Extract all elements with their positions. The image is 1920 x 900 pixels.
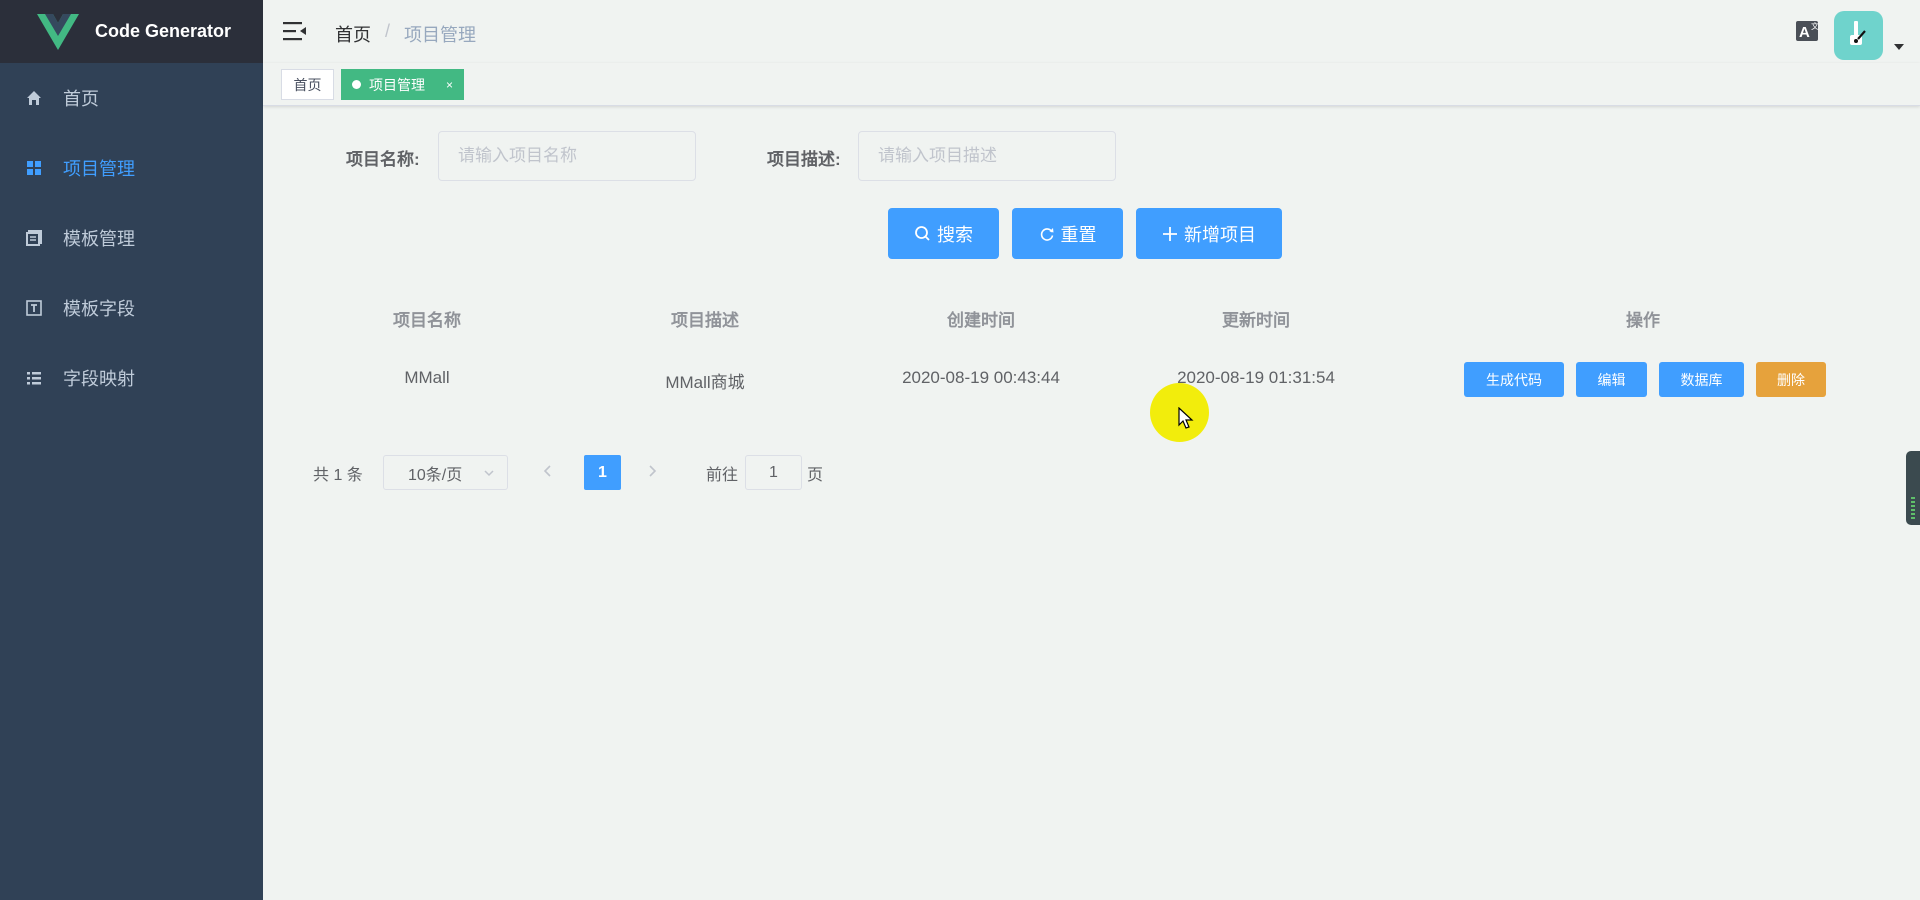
sidebar-item-label: 字段映射 bbox=[63, 369, 135, 389]
add-project-button[interactable]: 新增项目 bbox=[1136, 208, 1282, 259]
sidebar-item-projects[interactable]: 项目管理 bbox=[0, 133, 263, 203]
search-button-label: 搜索 bbox=[937, 224, 973, 245]
sidebar-item-templates[interactable]: 模板管理 bbox=[0, 203, 263, 273]
close-icon[interactable]: × bbox=[446, 78, 453, 92]
sidebar-item-label: 首页 bbox=[63, 89, 99, 109]
search-button[interactable]: 搜索 bbox=[888, 208, 999, 259]
project-desc-label: 项目描述: bbox=[767, 150, 841, 169]
sidebar-item-field-mapping[interactable]: 字段映射 bbox=[0, 343, 263, 413]
vue-logo-icon bbox=[37, 13, 79, 50]
chevron-down-icon bbox=[484, 470, 494, 477]
goto-page-input[interactable] bbox=[745, 455, 802, 490]
page-size-select[interactable]: 10条/页 bbox=[383, 455, 508, 490]
breadcrumb-home[interactable]: 首页 bbox=[335, 21, 371, 47]
goto-label: 前往 bbox=[706, 467, 739, 484]
column-header: 创建时间 bbox=[947, 311, 1015, 330]
app-title: Code Generator bbox=[95, 21, 232, 41]
project-name-label: 项目名称: bbox=[346, 150, 420, 169]
pagination-total: 共 1 条 bbox=[313, 467, 363, 484]
cell-created: 2020-08-19 00:43:44 bbox=[902, 368, 1060, 387]
breadcrumb-current: 项目管理 bbox=[404, 25, 477, 45]
cell-description: MMall商城 bbox=[665, 373, 745, 392]
breadcrumb: 首页 / 项目管理 bbox=[335, 21, 476, 47]
navbar: 首页 / 项目管理 A 文 bbox=[263, 0, 1920, 63]
tag-home[interactable]: 首页 bbox=[281, 69, 334, 100]
text-box-icon bbox=[25, 299, 43, 317]
active-dot-icon bbox=[352, 80, 361, 89]
plus-icon bbox=[1163, 226, 1177, 241]
page-size-value: 10条/页 bbox=[408, 466, 463, 484]
project-name-input[interactable] bbox=[438, 131, 696, 181]
cell-name: MMall bbox=[404, 368, 450, 387]
reset-button[interactable]: 重置 bbox=[1012, 208, 1123, 259]
database-button[interactable]: 数据库 bbox=[1659, 362, 1744, 397]
level-bars-icon bbox=[1911, 497, 1915, 519]
chevron-left-icon[interactable] bbox=[541, 461, 555, 481]
chevron-right-icon[interactable] bbox=[645, 461, 659, 481]
tag-projects[interactable]: 项目管理 × bbox=[341, 69, 464, 100]
sidebar: Code Generator 首页 项目管理 模板管理 模板字段 字段映射 bbox=[0, 0, 263, 900]
tags-view: 首页 项目管理 × bbox=[263, 63, 1920, 106]
breadcrumb-separator: / bbox=[385, 21, 391, 41]
page-number[interactable]: 1 bbox=[584, 455, 621, 490]
sidebar-item-home[interactable]: 首页 bbox=[0, 63, 263, 133]
caret-down-icon[interactable] bbox=[1894, 44, 1904, 50]
logo[interactable]: Code Generator bbox=[0, 0, 263, 63]
sidebar-item-label: 模板管理 bbox=[63, 229, 135, 249]
tag-label: 首页 bbox=[293, 76, 322, 93]
edit-button[interactable]: 编辑 bbox=[1576, 362, 1647, 397]
refresh-icon bbox=[1040, 227, 1053, 241]
translate-icon[interactable]: A 文 bbox=[1796, 19, 1822, 43]
svg-text:文: 文 bbox=[1811, 21, 1819, 31]
svg-text:A: A bbox=[1799, 24, 1810, 41]
sidebar-item-label: 项目管理 bbox=[63, 159, 135, 179]
delete-button[interactable]: 删除 bbox=[1756, 362, 1826, 397]
grid-icon bbox=[25, 159, 43, 177]
hamburger-icon[interactable] bbox=[283, 20, 307, 42]
reset-button-label: 重置 bbox=[1060, 224, 1097, 245]
column-header: 更新时间 bbox=[1222, 311, 1290, 330]
tag-label: 项目管理 bbox=[369, 76, 425, 93]
column-header: 操作 bbox=[1626, 311, 1660, 330]
project-desc-input[interactable] bbox=[858, 131, 1116, 181]
list-icon bbox=[25, 369, 43, 387]
mouse-pointer-icon bbox=[1178, 407, 1194, 429]
generate-code-button[interactable]: 生成代码 bbox=[1464, 362, 1564, 397]
side-widget[interactable] bbox=[1906, 451, 1920, 525]
page-suffix: 页 bbox=[807, 467, 824, 484]
documents-icon bbox=[25, 229, 43, 247]
avatar[interactable] bbox=[1834, 11, 1883, 60]
sidebar-item-template-fields[interactable]: 模板字段 bbox=[0, 273, 263, 343]
column-header: 项目描述 bbox=[671, 311, 739, 330]
search-icon bbox=[915, 226, 930, 241]
home-icon bbox=[25, 89, 43, 107]
sidebar-item-label: 模板字段 bbox=[63, 299, 135, 319]
column-header: 项目名称 bbox=[393, 311, 461, 330]
add-project-button-label: 新增项目 bbox=[1184, 224, 1256, 245]
